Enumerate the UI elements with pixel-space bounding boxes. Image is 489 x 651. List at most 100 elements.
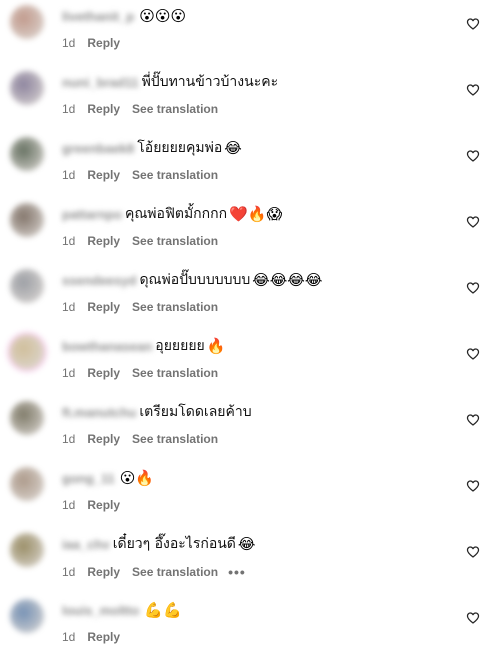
avatar[interactable] [10, 269, 44, 303]
comment-meta: 1d Reply See translation [62, 366, 228, 380]
timestamp[interactable]: 1d [62, 366, 75, 380]
timestamp[interactable]: 1d [62, 565, 75, 579]
username[interactable]: nuni_brad11 [62, 75, 139, 90]
see-translation-button[interactable]: See translation [132, 432, 218, 446]
comment-item: ft.manutchu เตรียมโดดเลยค้าบ 1d Reply Se… [0, 396, 489, 462]
comment-body: iaa_chv เดี๋ยวๆ อึ๊งอะไรก่อนดี 😂 [62, 534, 255, 554]
reply-button[interactable]: Reply [87, 565, 120, 579]
reply-button[interactable]: Reply [87, 102, 120, 116]
comment-emojis: 😂😂😂😂 [252, 271, 323, 289]
reply-button[interactable]: Reply [87, 498, 120, 512]
heart-outline-icon[interactable] [466, 413, 480, 427]
comment-meta: 1d Reply See translation ••• [62, 564, 246, 580]
comment-body: livethanit_p 😮😮😮 [62, 6, 186, 26]
comment-emojis: 🔥 [206, 337, 226, 355]
heart-outline-icon[interactable] [466, 17, 480, 31]
avatar[interactable] [10, 401, 44, 435]
comment-list: livethanit_p 😮😮😮 1d Reply nuni_brad11 พี… [0, 0, 489, 651]
username[interactable]: pattarnpo [62, 207, 122, 222]
comment-meta: 1d Reply See translation [62, 300, 228, 314]
comment-text: อุยยยยย [155, 338, 205, 354]
reply-button[interactable]: Reply [87, 168, 120, 182]
heart-outline-icon[interactable] [466, 347, 480, 361]
heart-outline-icon[interactable] [466, 281, 480, 295]
heart-outline-icon[interactable] [466, 479, 480, 493]
reply-button[interactable]: Reply [87, 234, 120, 248]
comment-text: คุณพ่อฟิตมั้กกกก [124, 206, 228, 222]
see-translation-button[interactable]: See translation [132, 366, 218, 380]
comment-body: bowthanasean อุยยยยย 🔥 [62, 336, 225, 356]
timestamp[interactable]: 1d [62, 432, 75, 446]
heart-outline-icon[interactable] [466, 611, 480, 625]
comment-body: louis_moltto 💪💪 [62, 600, 182, 620]
heart-outline-icon[interactable] [466, 545, 480, 559]
username[interactable]: livethanit_p [62, 9, 134, 24]
see-translation-button[interactable]: See translation [132, 168, 218, 182]
avatar[interactable] [10, 335, 44, 369]
comment-emojis: 😮😮😮 [139, 7, 187, 25]
comment-item: livethanit_p 😮😮😮 1d Reply [0, 0, 489, 66]
username[interactable]: gong_11 [62, 471, 115, 486]
comment-text: พี่ปั๊บทานข้าวบ้างนะคะ [141, 74, 279, 90]
comment-item: pattarnpo คุณพ่อฟิตมั้กกกก ❤️🔥😱 1d Reply… [0, 198, 489, 264]
comment-text: เตรียมโดดเลยค้าบ [139, 404, 252, 420]
comment-body: pattarnpo คุณพ่อฟิตมั้กกกก ❤️🔥😱 [62, 204, 282, 224]
username[interactable]: bowthanasean [62, 339, 152, 354]
timestamp[interactable]: 1d [62, 102, 75, 116]
avatar[interactable] [10, 533, 44, 567]
timestamp[interactable]: 1d [62, 630, 75, 644]
see-translation-button[interactable]: See translation [132, 565, 218, 579]
comment-body: greenbaek8 โอ้ยยยยคุมพ่อ 😂 [62, 138, 242, 158]
reply-button[interactable]: Reply [87, 300, 120, 314]
comment-item: greenbaek8 โอ้ยยยยคุมพ่อ 😂 1d Reply See … [0, 132, 489, 198]
reply-button[interactable]: Reply [87, 366, 120, 380]
username[interactable]: iaa_chv [62, 537, 110, 552]
comment-body: nuni_brad11 พี่ปั๊บทานข้าวบ้างนะคะ [62, 72, 278, 92]
timestamp[interactable]: 1d [62, 234, 75, 248]
comment-item: louis_moltto 💪💪 1d Reply [0, 594, 489, 651]
reply-button[interactable]: Reply [87, 432, 120, 446]
see-translation-button[interactable]: See translation [132, 300, 218, 314]
timestamp[interactable]: 1d [62, 36, 75, 50]
avatar[interactable] [10, 5, 44, 39]
avatar[interactable] [10, 467, 44, 501]
see-translation-button[interactable]: See translation [132, 102, 218, 116]
timestamp[interactable]: 1d [62, 168, 75, 182]
comment-meta: 1d Reply See translation [62, 168, 228, 182]
timestamp[interactable]: 1d [62, 498, 75, 512]
avatar[interactable] [10, 137, 44, 171]
comment-meta: 1d Reply See translation [62, 102, 228, 116]
more-dots-icon[interactable]: ••• [228, 564, 246, 580]
comment-meta: 1d Reply See translation [62, 234, 228, 248]
see-translation-button[interactable]: See translation [132, 234, 218, 248]
username[interactable]: ssendeesyd [62, 273, 136, 288]
comment-item: gong_11 😮🔥 1d Reply [0, 462, 489, 528]
heart-outline-icon[interactable] [466, 83, 480, 97]
username[interactable]: louis_moltto [62, 603, 139, 618]
heart-outline-icon[interactable] [466, 149, 480, 163]
comment-text: เดี๋ยวๆ อึ๊งอะไรก่อนดี [112, 536, 236, 552]
comment-item: nuni_brad11 พี่ปั๊บทานข้าวบ้างนะคะ 1d Re… [0, 66, 489, 132]
reply-button[interactable]: Reply [87, 36, 120, 50]
comment-meta: 1d Reply See translation [62, 432, 228, 446]
comment-item: bowthanasean อุยยยยย 🔥 1d Reply See tran… [0, 330, 489, 396]
timestamp[interactable]: 1d [62, 300, 75, 314]
avatar[interactable] [10, 203, 44, 237]
comment-body: gong_11 😮🔥 [62, 468, 154, 488]
comment-text: ดุณพ่อปั๊บบบบบบบ [139, 272, 251, 288]
comment-item: iaa_chv เดี๋ยวๆ อึ๊งอะไรก่อนดี 😂 1d Repl… [0, 528, 489, 594]
username[interactable]: greenbaek8 [62, 141, 134, 156]
avatar[interactable] [10, 599, 44, 633]
username[interactable]: ft.manutchu [62, 405, 136, 420]
comment-body: ft.manutchu เตรียมโดดเลยค้าบ [62, 402, 252, 422]
comment-item: ssendeesyd ดุณพ่อปั๊บบบบบบบ 😂😂😂😂 1d Repl… [0, 264, 489, 330]
avatar[interactable] [10, 71, 44, 105]
heart-outline-icon[interactable] [466, 215, 480, 229]
reply-button[interactable]: Reply [87, 630, 120, 644]
comment-meta: 1d Reply [62, 630, 132, 644]
comment-body: ssendeesyd ดุณพ่อปั๊บบบบบบบ 😂😂😂😂 [62, 270, 322, 290]
comment-emojis: 😂 [237, 535, 256, 553]
comment-meta: 1d Reply [62, 36, 132, 50]
comment-meta: 1d Reply [62, 498, 132, 512]
comment-emojis: 💪💪 [144, 601, 182, 619]
